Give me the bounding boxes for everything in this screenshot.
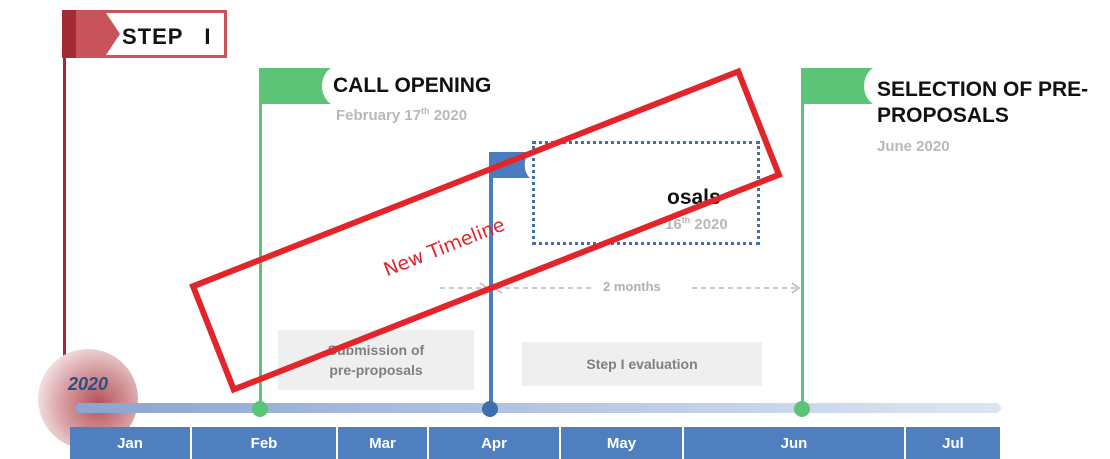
month-jul: Jul: [906, 427, 1000, 459]
step-label: STEP I: [122, 24, 212, 49]
selection-flag-icon: [803, 68, 873, 104]
step-flag-icon: [62, 10, 120, 58]
submission-marker: [482, 401, 498, 417]
month-apr: Apr: [429, 427, 559, 459]
month-jan: Jan: [70, 427, 190, 459]
call-opening-date: February 17th 2020: [336, 106, 468, 124]
call-opening-marker: [252, 401, 268, 417]
phase-evaluation: Step I evaluation: [522, 342, 762, 386]
selection-date: June 2020: [877, 138, 950, 155]
selection-marker: [794, 401, 810, 417]
step-flag-pole: [63, 56, 66, 356]
selection-title: SELECTION OF PRE- PROPOSALS: [877, 77, 1088, 129]
selection-title-line1: SELECTION OF PRE-: [877, 78, 1089, 101]
timeline-bar: [75, 403, 1001, 413]
month-jun: Jun: [684, 427, 904, 459]
month-may: May: [561, 427, 682, 459]
new-timeline-label: New Timeline: [380, 213, 508, 281]
year-label: 2020: [68, 374, 109, 394]
call-opening-flag-icon: [261, 68, 331, 104]
phase-submission-line2: pre-proposals: [329, 362, 423, 378]
duration-label: 2 months: [603, 279, 661, 294]
call-opening-title: CALL OPENING: [333, 74, 492, 97]
month-mar: Mar: [338, 427, 427, 459]
month-feb: Feb: [192, 427, 336, 459]
selection-pole: [801, 68, 804, 410]
selection-title-line2: PROPOSALS: [877, 104, 1009, 127]
